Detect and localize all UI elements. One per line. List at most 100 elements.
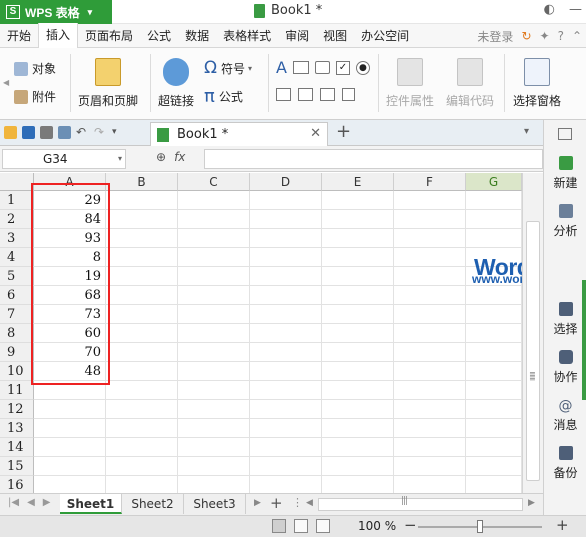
name-box[interactable]: G34 ▾ (2, 149, 126, 169)
side-panel-handle[interactable] (582, 280, 586, 400)
cell-d3[interactable] (250, 229, 322, 248)
cell-e2[interactable] (322, 210, 394, 229)
cell-d7[interactable] (250, 305, 322, 324)
login-link[interactable]: 未登录 (477, 28, 513, 45)
cell-f11[interactable] (394, 381, 466, 400)
cell-a3[interactable]: 93 (34, 229, 106, 248)
cell-c7[interactable] (178, 305, 250, 324)
side-analysis-button[interactable]: 分析 (544, 204, 586, 239)
cell-b4[interactable] (106, 248, 178, 267)
cell-d9[interactable] (250, 343, 322, 362)
side-message-button[interactable]: @ 消息 (544, 398, 586, 433)
object-button[interactable]: 对象 (14, 60, 56, 77)
cell-d4[interactable] (250, 248, 322, 267)
cell-e6[interactable] (322, 286, 394, 305)
cell-a12[interactable] (34, 400, 106, 419)
row-header[interactable]: 7 (0, 305, 34, 324)
column-header-c[interactable]: C (178, 173, 250, 191)
row-header[interactable]: 14 (0, 438, 34, 457)
menu-review[interactable]: 审阅 (278, 24, 316, 48)
column-header-b[interactable]: B (106, 173, 178, 191)
row-header[interactable]: 13 (0, 419, 34, 438)
cell-b10[interactable] (106, 362, 178, 381)
zoom-level[interactable]: 100 % (358, 519, 396, 533)
cell-a5[interactable]: 19 (34, 267, 106, 286)
insert-function-icon[interactable]: fx (174, 150, 185, 164)
cell-f16[interactable] (394, 476, 466, 493)
cell-c11[interactable] (178, 381, 250, 400)
chevron-down-icon[interactable]: ▾ (118, 150, 122, 168)
cell-e16[interactable] (322, 476, 394, 493)
vertical-scrollbar[interactable]: ═ ═ ═ (522, 173, 543, 493)
cell-f13[interactable] (394, 419, 466, 438)
cell-g1[interactable] (466, 191, 522, 210)
horizontal-scrollbar[interactable]: ||| (318, 496, 523, 511)
cell-d6[interactable] (250, 286, 322, 305)
row-header[interactable]: 11 (0, 381, 34, 400)
cell-g8[interactable] (466, 324, 522, 343)
cell-a10[interactable]: 48 (34, 362, 106, 381)
row-header[interactable]: 9 (0, 343, 34, 362)
cell-f1[interactable] (394, 191, 466, 210)
sheet-tab-3[interactable]: Sheet3 (184, 494, 246, 514)
side-backup-button[interactable]: 备份 (544, 446, 586, 481)
cell-e8[interactable] (322, 324, 394, 343)
cell-c9[interactable] (178, 343, 250, 362)
cell-c10[interactable] (178, 362, 250, 381)
cell-d10[interactable] (250, 362, 322, 381)
row-header[interactable]: 1 (0, 191, 34, 210)
cell-f8[interactable] (394, 324, 466, 343)
cell-b16[interactable] (106, 476, 178, 493)
cell-b1[interactable] (106, 191, 178, 210)
cell-f15[interactable] (394, 457, 466, 476)
cell-c8[interactable] (178, 324, 250, 343)
column-header-f[interactable]: F (394, 173, 466, 191)
cell-c4[interactable] (178, 248, 250, 267)
open-folder-icon[interactable] (4, 126, 17, 139)
cell-g15[interactable] (466, 457, 522, 476)
cell-f4[interactable] (394, 248, 466, 267)
cell-b8[interactable] (106, 324, 178, 343)
cell-f2[interactable] (394, 210, 466, 229)
full-screen-view-icon[interactable] (316, 519, 330, 533)
cell-a11[interactable] (34, 381, 106, 400)
cell-e5[interactable] (322, 267, 394, 286)
column-header-d[interactable]: D (250, 173, 322, 191)
cell-e3[interactable] (322, 229, 394, 248)
column-header-e[interactable]: E (322, 173, 394, 191)
sync-icon[interactable]: ↻ (521, 29, 531, 43)
customize-toolbar-icon[interactable]: ▾ (112, 126, 125, 139)
skin-icon[interactable]: ◐ (544, 2, 555, 17)
cell-e12[interactable] (322, 400, 394, 419)
cell-d14[interactable] (250, 438, 322, 457)
cell-c1[interactable] (178, 191, 250, 210)
cell-d13[interactable] (250, 419, 322, 438)
cell-a1[interactable]: 29 (34, 191, 106, 210)
zoom-out-icon[interactable]: − (404, 516, 417, 534)
cell-f7[interactable] (394, 305, 466, 324)
cell-f12[interactable] (394, 400, 466, 419)
cell-a4[interactable]: 8 (34, 248, 106, 267)
cell-b7[interactable] (106, 305, 178, 324)
cell-a2[interactable]: 84 (34, 210, 106, 229)
first-sheet-icon[interactable]: |◀ (8, 497, 19, 508)
task-pane-toggle-icon[interactable] (558, 128, 572, 140)
group-control-icon[interactable] (320, 88, 335, 101)
scroll-left-icon[interactable]: ◀ (306, 498, 313, 508)
side-collab-button[interactable]: 协作 (544, 350, 586, 385)
cell-g13[interactable] (466, 419, 522, 438)
cell-c15[interactable] (178, 457, 250, 476)
cell-b11[interactable] (106, 381, 178, 400)
menu-home[interactable]: 开始 (0, 24, 38, 48)
cell-c6[interactable] (178, 286, 250, 305)
cell-b15[interactable] (106, 457, 178, 476)
cell-d11[interactable] (250, 381, 322, 400)
minimize-icon[interactable]: — (569, 2, 582, 17)
cell-e9[interactable] (322, 343, 394, 362)
menu-page-layout[interactable]: 页面布局 (78, 24, 140, 48)
cell-a16[interactable] (34, 476, 106, 493)
cell-c3[interactable] (178, 229, 250, 248)
normal-view-icon[interactable] (272, 519, 286, 533)
row-header[interactable]: 16 (0, 476, 34, 493)
menu-table-style[interactable]: 表格样式 (216, 24, 278, 48)
